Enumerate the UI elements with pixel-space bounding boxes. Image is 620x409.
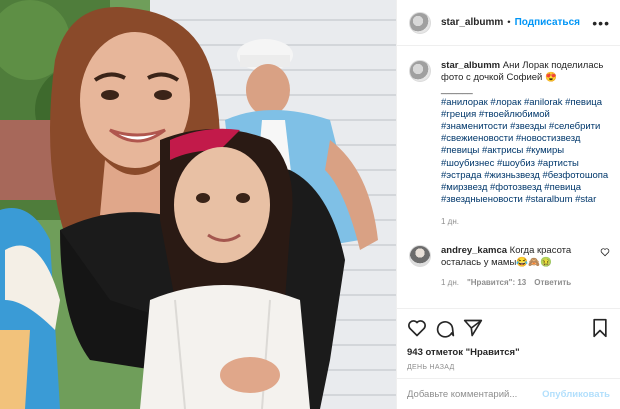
more-horizontal-icon[interactable]: •••	[592, 15, 610, 31]
post-photo[interactable]	[0, 0, 396, 409]
share-send-icon[interactable]	[463, 318, 483, 338]
post-photo-illustration	[0, 0, 396, 409]
caption-hashtags[interactable]: #анилорак #лорак #anilorak #певица #грец…	[441, 97, 610, 207]
commenter-username[interactable]: andrey_kamca	[441, 245, 507, 256]
publish-button[interactable]: Опубликовать	[542, 389, 610, 400]
save-bookmark-icon[interactable]	[590, 318, 610, 338]
commenter-avatar[interactable]	[409, 244, 431, 267]
separator-dot: •	[507, 17, 511, 28]
comment-likes[interactable]: "Нравится": 13	[467, 277, 526, 289]
post-header: star_albumm • Подписаться •••	[397, 0, 620, 46]
caption-time: 1 дн.	[441, 217, 459, 227]
add-comment-bar: Опубликовать	[397, 378, 620, 409]
comment-body: andrey_kamca Когда красота осталась у ма…	[441, 245, 594, 290]
comment-input[interactable]	[407, 388, 543, 400]
comment-reply-button[interactable]: Ответить	[534, 277, 571, 289]
like-heart-icon[interactable]	[407, 318, 427, 338]
caption-comment: star_albumm Ани Лорак поделилась фото с …	[409, 60, 610, 229]
comment-bubble-icon[interactable]	[435, 318, 455, 338]
caption-author-avatar[interactable]	[409, 60, 431, 82]
caption-body: star_albumm Ани Лорак поделилась фото с …	[441, 60, 610, 229]
post-actions: 943 отметок "Нравится" ДЕНЬ НАЗАД	[397, 308, 620, 371]
comments-list[interactable]: star_albumm Ани Лорак поделилась фото с …	[397, 46, 620, 308]
author-username[interactable]: star_albumm	[441, 17, 503, 28]
caption-separator: ______	[441, 84, 473, 96]
post-date: ДЕНЬ НАЗАД	[407, 364, 455, 371]
comment-time: 1 дн.	[441, 278, 459, 288]
comment-like-heart-icon[interactable]	[600, 247, 610, 257]
action-icons	[407, 317, 610, 339]
follow-button[interactable]: Подписаться	[515, 17, 580, 28]
comment-item: andrey_kamca Когда красота осталась у ма…	[409, 244, 610, 290]
caption-username[interactable]: star_albumm	[441, 60, 500, 71]
instagram-post-view: star_albumm • Подписаться ••• star_album…	[0, 0, 620, 409]
author-avatar[interactable]	[409, 11, 431, 34]
comment-meta: 1 дн. "Нравится": 13 Ответить	[441, 277, 594, 289]
likes-count[interactable]: 943 отметок "Нравится"	[407, 347, 610, 358]
post-side-panel: star_albumm • Подписаться ••• star_album…	[396, 0, 620, 409]
